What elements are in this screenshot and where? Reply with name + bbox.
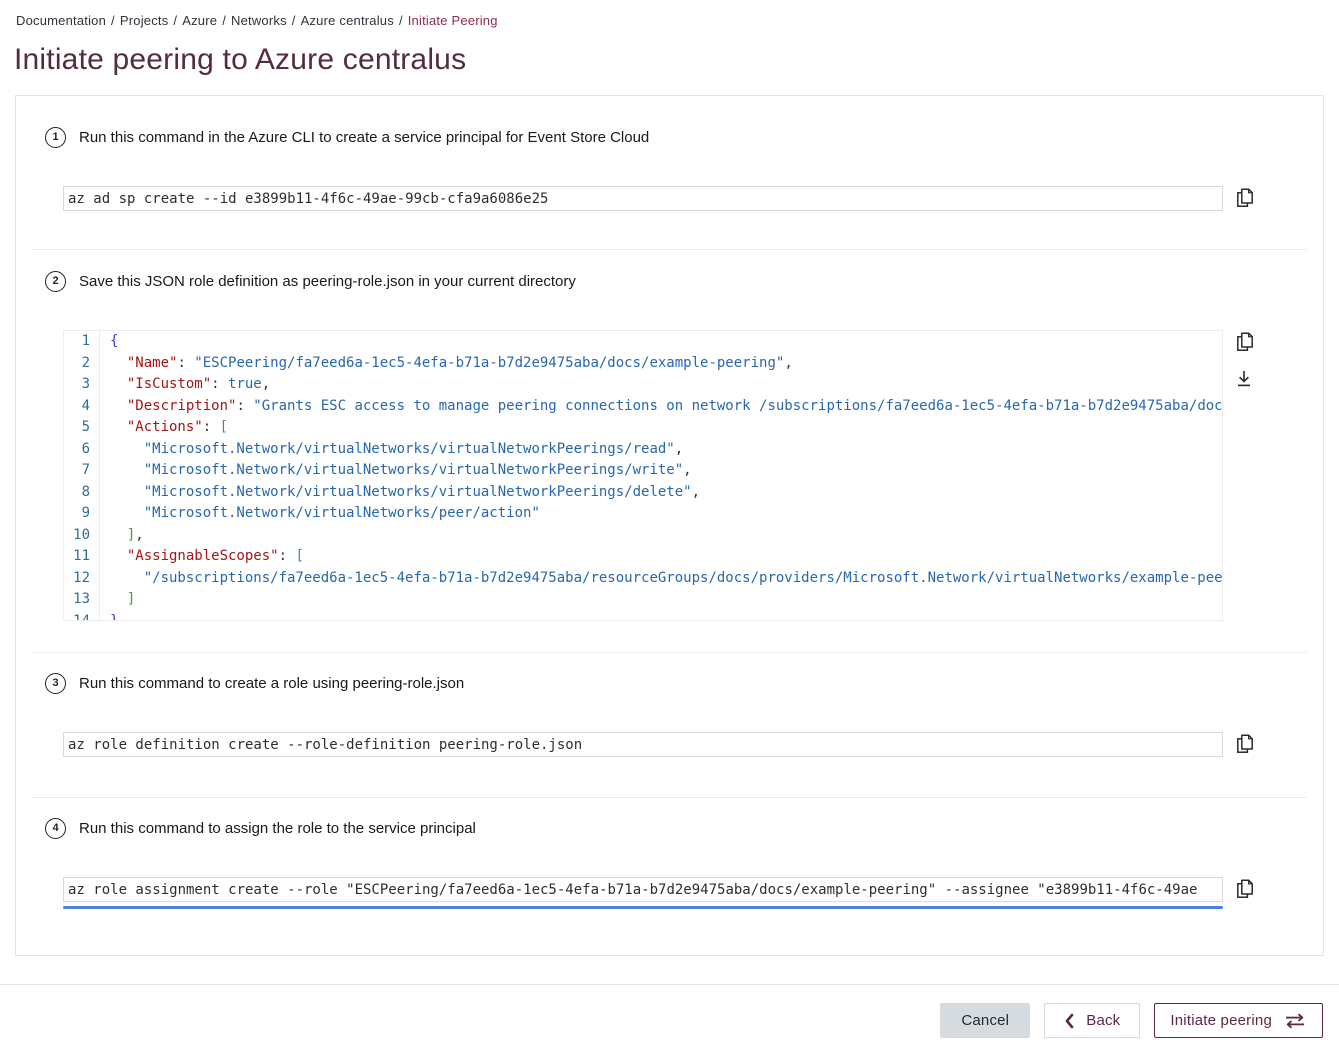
step-2-editor-row: 1{2 "Name": "ESCPeering/fa7eed6a-1ec5-4e… (63, 330, 1323, 621)
line-number: 1 (64, 331, 100, 353)
breadcrumb-separator: / (292, 13, 296, 28)
step-2-download-button[interactable] (1233, 367, 1255, 391)
breadcrumb-item-networks[interactable]: Networks (231, 13, 287, 28)
copy-icon (1233, 330, 1255, 354)
initiate-peering-label: Initiate peering (1170, 1012, 1272, 1029)
back-button[interactable]: Back (1044, 1003, 1140, 1038)
step-divider (32, 652, 1307, 653)
line-number: 6 (64, 439, 100, 461)
code-line: 7 "Microsoft.Network/virtualNetworks/vir… (64, 460, 1222, 482)
line-number: 9 (64, 503, 100, 525)
initiate-peering-button[interactable]: Initiate peering (1154, 1003, 1323, 1038)
step-3-header: 3 Run this command to create a role usin… (45, 672, 1323, 694)
step-4-horizontal-scrollbar[interactable] (63, 906, 1223, 909)
copy-icon (1233, 877, 1255, 901)
page-title: Initiate peering to Azure centralus (14, 43, 1339, 77)
step-4-header: 4 Run this command to assign the role to… (45, 817, 1323, 839)
code-line: 14} (64, 611, 1222, 622)
line-number: 4 (64, 396, 100, 418)
step-2-header: 2 Save this JSON role definition as peer… (45, 270, 1323, 292)
step-4-instruction: Run this command to assign the role to t… (79, 820, 476, 837)
code-line: 13 ] (64, 589, 1222, 611)
cancel-button[interactable]: Cancel (940, 1003, 1030, 1038)
code-line: 11 "AssignableScopes": [ (64, 546, 1222, 568)
json-editor-lines: 1{2 "Name": "ESCPeering/fa7eed6a-1ec5-4e… (64, 331, 1222, 621)
line-number: 5 (64, 417, 100, 439)
code-line: 8 "Microsoft.Network/virtualNetworks/vir… (64, 482, 1222, 504)
line-number: 13 (64, 589, 100, 611)
line-number: 14 (64, 611, 100, 622)
line-number: 10 (64, 525, 100, 547)
code-line: 10 ], (64, 525, 1222, 547)
code-line: 4 "Description": "Grants ESC access to m… (64, 396, 1222, 418)
step-1-code-row: az ad sp create --id e3899b11-4f6c-49ae-… (63, 186, 1323, 211)
breadcrumb-item-azure[interactable]: Azure (182, 13, 217, 28)
code-line: 6 "Microsoft.Network/virtualNetworks/vir… (64, 439, 1222, 461)
line-number: 12 (64, 568, 100, 590)
step-3-command-field[interactable]: az role definition create --role-definit… (63, 732, 1223, 757)
code-line: 12 "/subscriptions/fa7eed6a-1ec5-4efa-b7… (64, 568, 1222, 590)
back-button-label: Back (1086, 1012, 1120, 1029)
breadcrumb: Documentation / Projects / Azure / Networks / Az… (0, 0, 1339, 28)
step-divider (32, 797, 1307, 798)
step-1-number-badge: 1 (45, 127, 66, 148)
code-line: 5 "Actions": [ (64, 417, 1222, 439)
breadcrumb-item-documentation[interactable]: Documentation (16, 13, 106, 28)
step-4-code-row: az role assignment create --role "ESCPee… (63, 877, 1323, 902)
json-role-definition-editor[interactable]: 1{2 "Name": "ESCPeering/fa7eed6a-1ec5-4e… (63, 330, 1223, 621)
copy-icon (1233, 186, 1255, 210)
breadcrumb-item-azure-centralus[interactable]: Azure centralus (301, 13, 394, 28)
code-line: 1{ (64, 331, 1222, 353)
breadcrumb-separator: / (399, 13, 403, 28)
step-3-copy-button[interactable] (1233, 732, 1255, 756)
code-line: 3 "IsCustom": true, (64, 374, 1222, 396)
step-1-header: 1 Run this command in the Azure CLI to c… (45, 126, 1323, 148)
step-2-number-badge: 2 (45, 271, 66, 292)
breadcrumb-separator: / (111, 13, 115, 28)
breadcrumb-item-current: Initiate Peering (408, 13, 498, 28)
transfer-arrows-icon (1283, 1013, 1307, 1029)
copy-icon (1233, 732, 1255, 756)
breadcrumb-item-projects[interactable]: Projects (120, 13, 169, 28)
step-3-number-badge: 3 (45, 673, 66, 694)
footer-actions: Cancel Back Initiate peering (0, 1003, 1323, 1038)
step-divider (32, 249, 1307, 250)
line-number: 2 (64, 353, 100, 375)
step-1-command-field[interactable]: az ad sp create --id e3899b11-4f6c-49ae-… (63, 186, 1223, 211)
download-icon (1233, 367, 1255, 391)
line-number: 3 (64, 374, 100, 396)
step-2-instruction: Save this JSON role definition as peerin… (79, 273, 576, 290)
line-number: 7 (64, 460, 100, 482)
code-line: 2 "Name": "ESCPeering/fa7eed6a-1ec5-4efa… (64, 353, 1222, 375)
step-1-instruction: Run this command in the Azure CLI to cre… (79, 129, 649, 146)
line-number: 8 (64, 482, 100, 504)
steps-card: 1 Run this command in the Azure CLI to c… (15, 95, 1324, 956)
breadcrumb-separator: / (173, 13, 177, 28)
step-4-command-field[interactable]: az role assignment create --role "ESCPee… (63, 877, 1223, 902)
step-4-number-badge: 4 (45, 818, 66, 839)
footer-divider (0, 984, 1339, 985)
breadcrumb-separator: / (222, 13, 226, 28)
step-1-copy-button[interactable] (1233, 186, 1255, 210)
step-3-code-row: az role definition create --role-definit… (63, 732, 1323, 757)
step-2-copy-button[interactable] (1233, 330, 1255, 354)
chevron-left-icon (1064, 1013, 1074, 1029)
step-4-copy-button[interactable] (1233, 877, 1255, 901)
step-2-editor-icons (1233, 330, 1255, 391)
code-line: 9 "Microsoft.Network/virtualNetworks/pee… (64, 503, 1222, 525)
step-3-instruction: Run this command to create a role using … (79, 675, 464, 692)
line-number: 11 (64, 546, 100, 568)
